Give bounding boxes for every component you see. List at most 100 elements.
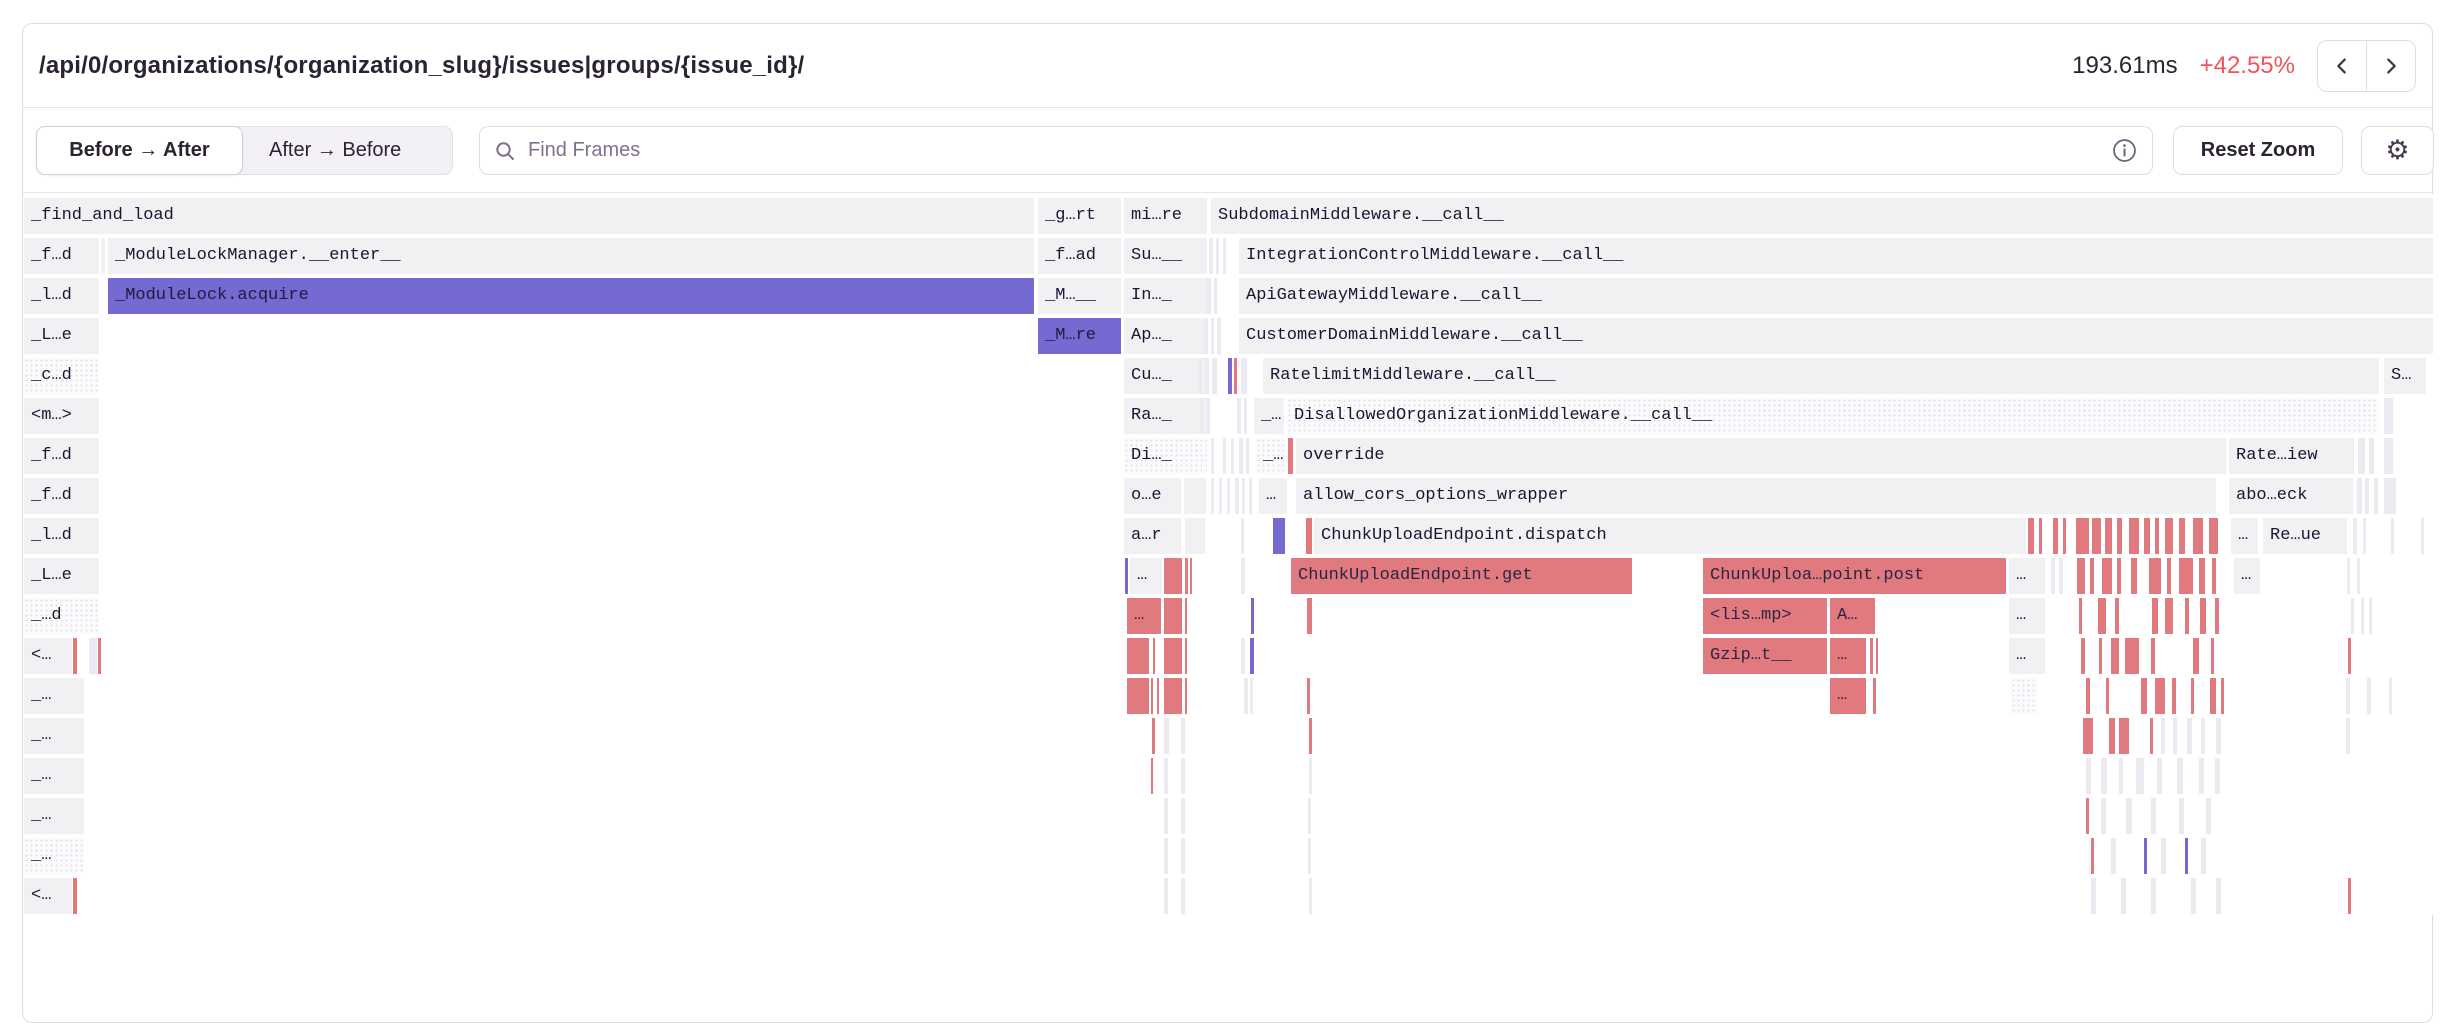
flame-frame[interactable] — [1181, 838, 1185, 874]
flame-frame[interactable] — [1246, 438, 1249, 474]
flame-frame[interactable] — [1181, 878, 1185, 914]
flame-frame[interactable] — [1205, 358, 1209, 394]
flame-frame[interactable] — [2179, 558, 2193, 594]
flame-frame[interactable] — [2215, 758, 2220, 794]
flame-frame[interactable]: Gzip…t__ — [1703, 638, 1827, 674]
flame-frame[interactable]: a…r — [1124, 518, 1181, 554]
flame-frame[interactable]: _… — [24, 718, 84, 754]
flame-frame[interactable]: … — [2009, 558, 2045, 594]
flame-frame[interactable] — [1219, 478, 1222, 514]
flame-frame[interactable] — [1873, 678, 1876, 714]
flame-frame[interactable]: … — [1830, 678, 1866, 714]
flame-frame[interactable] — [2111, 838, 2116, 874]
search-input[interactable] — [528, 139, 2111, 162]
flame-frame[interactable] — [1127, 638, 1149, 674]
flame-frame[interactable]: ChunkUploadEndpoint.dispatch — [1314, 518, 2026, 554]
flame-frame[interactable] — [1231, 438, 1234, 474]
flame-frame[interactable] — [2151, 878, 2156, 914]
flame-frame[interactable] — [1153, 638, 1155, 674]
flame-frame[interactable] — [2201, 718, 2205, 754]
flame-frame[interactable] — [2212, 558, 2216, 594]
flame-frame[interactable]: … — [2234, 558, 2260, 594]
flame-frame[interactable]: abo…eck — [2229, 478, 2353, 514]
flame-frame[interactable] — [1207, 398, 1210, 434]
flame-frame[interactable]: _… — [1254, 398, 1284, 434]
flame-frame[interactable]: override — [1296, 438, 2226, 474]
flame-frame[interactable] — [1204, 318, 1208, 354]
flame-frame[interactable] — [2092, 518, 2101, 554]
flame-frame[interactable]: … — [2231, 518, 2258, 554]
flame-frame[interactable]: _g…rt — [1038, 198, 1121, 234]
flame-frame[interactable] — [2090, 558, 2094, 594]
flame-frame[interactable]: … — [1127, 598, 1161, 634]
flame-frame[interactable] — [1164, 678, 1182, 714]
flame-frame[interactable]: Su…__ — [1124, 238, 1207, 274]
flame-frame[interactable] — [1185, 678, 1187, 714]
flame-frame[interactable] — [1185, 598, 1187, 634]
flame-frame[interactable] — [1216, 238, 1219, 274]
flame-frame[interactable] — [1251, 598, 1254, 634]
flame-frame[interactable] — [1235, 478, 1239, 514]
flame-frame[interactable] — [2179, 518, 2185, 554]
flame-frame[interactable] — [1151, 678, 1153, 714]
flame-frame[interactable] — [1217, 318, 1221, 354]
flame-frame[interactable] — [2091, 878, 2096, 914]
flame-frame[interactable] — [2193, 518, 2203, 554]
flame-frame[interactable]: RatelimitMiddleware.__call__ — [1263, 358, 2379, 394]
flame-frame[interactable] — [2191, 678, 2194, 714]
flame-frame[interactable] — [2363, 518, 2366, 554]
info-icon[interactable] — [2111, 137, 2138, 164]
flame-frame[interactable] — [1306, 518, 1312, 554]
flame-frame[interactable]: S… — [2384, 358, 2426, 394]
flame-frame[interactable] — [2347, 558, 2350, 594]
flame-frame[interactable] — [2086, 798, 2089, 834]
flame-frame[interactable]: _… — [24, 798, 84, 834]
flame-frame[interactable] — [2384, 478, 2396, 514]
flame-frame[interactable] — [2161, 838, 2166, 874]
flame-frame[interactable] — [1185, 638, 1187, 674]
flame-frame[interactable] — [1237, 398, 1241, 434]
flame-frame[interactable] — [1307, 678, 1310, 714]
flame-frame[interactable] — [2144, 838, 2147, 874]
flame-frame[interactable] — [2389, 678, 2392, 714]
flame-frame[interactable]: … — [2009, 638, 2045, 674]
flame-frame[interactable] — [2179, 798, 2184, 834]
flame-frame[interactable] — [2150, 718, 2153, 754]
flame-frame[interactable]: ChunkUploa…point.post — [1703, 558, 2006, 594]
flame-frame[interactable] — [2141, 678, 2147, 714]
flame-frame[interactable] — [2193, 638, 2199, 674]
flame-frame[interactable] — [1288, 438, 1293, 474]
flame-frame[interactable] — [2099, 638, 2102, 674]
flame-frame[interactable]: DisallowedOrganizationMiddleware.__call_… — [1287, 398, 2379, 434]
flame-frame[interactable] — [1125, 558, 1128, 594]
flame-frame[interactable] — [1211, 318, 1214, 354]
flame-frame[interactable] — [2028, 518, 2034, 554]
flame-frame[interactable] — [2051, 558, 2055, 594]
flame-frame[interactable] — [1164, 718, 1169, 754]
flame-frame[interactable] — [2144, 518, 2150, 554]
flame-frame[interactable] — [1127, 678, 1149, 714]
flame-frame[interactable] — [1185, 518, 1205, 554]
toggle-before-after[interactable]: Before → After — [36, 126, 243, 175]
flame-frame[interactable] — [2421, 518, 2424, 554]
flame-frame[interactable]: _… — [24, 838, 84, 874]
flame-frame[interactable] — [1223, 238, 1226, 274]
flame-frame[interactable] — [2348, 638, 2351, 674]
flame-frame[interactable] — [2125, 638, 2139, 674]
flame-frame[interactable]: _f…ad — [1038, 238, 1121, 274]
flame-frame[interactable] — [2129, 518, 2139, 554]
flame-frame[interactable]: mi…re — [1124, 198, 1207, 234]
flame-frame[interactable]: <lis…mp> — [1703, 598, 1827, 634]
flame-frame[interactable]: _c…d — [24, 358, 99, 394]
flame-frame[interactable] — [1184, 478, 1206, 514]
flame-frame[interactable] — [2209, 518, 2218, 554]
flame-frame[interactable]: … — [1130, 558, 1162, 594]
flame-frame[interactable] — [1198, 358, 1202, 394]
flame-frame[interactable] — [1308, 798, 1311, 834]
flame-frame[interactable] — [73, 638, 77, 674]
flame-frame[interactable] — [2105, 518, 2112, 554]
flame-frame[interactable] — [1244, 398, 1247, 434]
flame-frame[interactable] — [1241, 518, 1244, 554]
flame-frame[interactable] — [1309, 878, 1312, 914]
flame-frame[interactable] — [2126, 798, 2132, 834]
